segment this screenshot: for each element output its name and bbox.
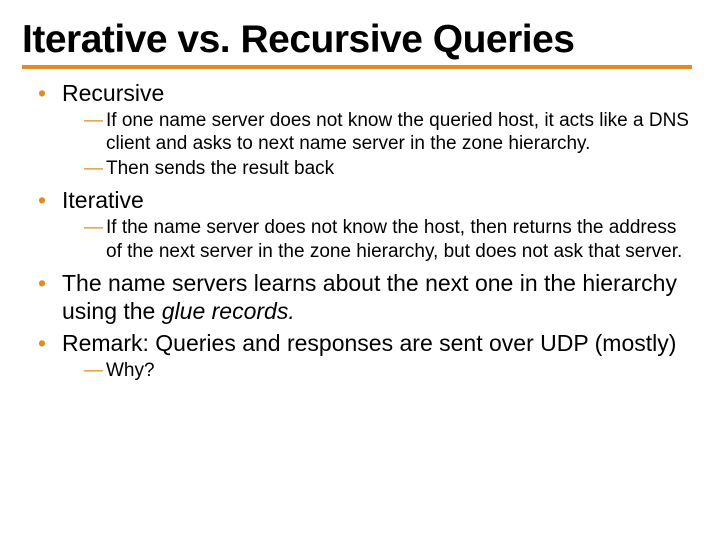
bullet-list: Recursive If one name server does not kn…: [22, 79, 692, 382]
sub-item: If one name server does not know the que…: [84, 109, 692, 155]
sub-item: If the name server does not know the hos…: [84, 216, 692, 262]
bullet-text: Remark: Queries and responses are sent o…: [62, 330, 676, 356]
bullet-text: Recursive: [62, 80, 164, 106]
bullet-glue-records: The name servers learns about the next o…: [38, 269, 692, 325]
bullet-text-em: glue records.: [162, 298, 295, 324]
sub-item: Then sends the result back: [84, 157, 692, 180]
bullet-recursive: Recursive If one name server does not kn…: [38, 79, 692, 181]
sub-list: If the name server does not know the hos…: [62, 216, 692, 262]
bullet-iterative: Iterative If the name server does not kn…: [38, 186, 692, 262]
sub-list: Why?: [62, 359, 692, 382]
bullet-text-pre: The name servers learns about the next o…: [62, 270, 677, 324]
bullet-remark: Remark: Queries and responses are sent o…: [38, 329, 692, 382]
sub-list: If one name server does not know the que…: [62, 109, 692, 181]
slide-title: Iterative vs. Recursive Queries: [22, 18, 692, 69]
slide: Iterative vs. Recursive Queries Recursiv…: [0, 0, 720, 540]
sub-item: Why?: [84, 359, 692, 382]
bullet-text: Iterative: [62, 187, 144, 213]
